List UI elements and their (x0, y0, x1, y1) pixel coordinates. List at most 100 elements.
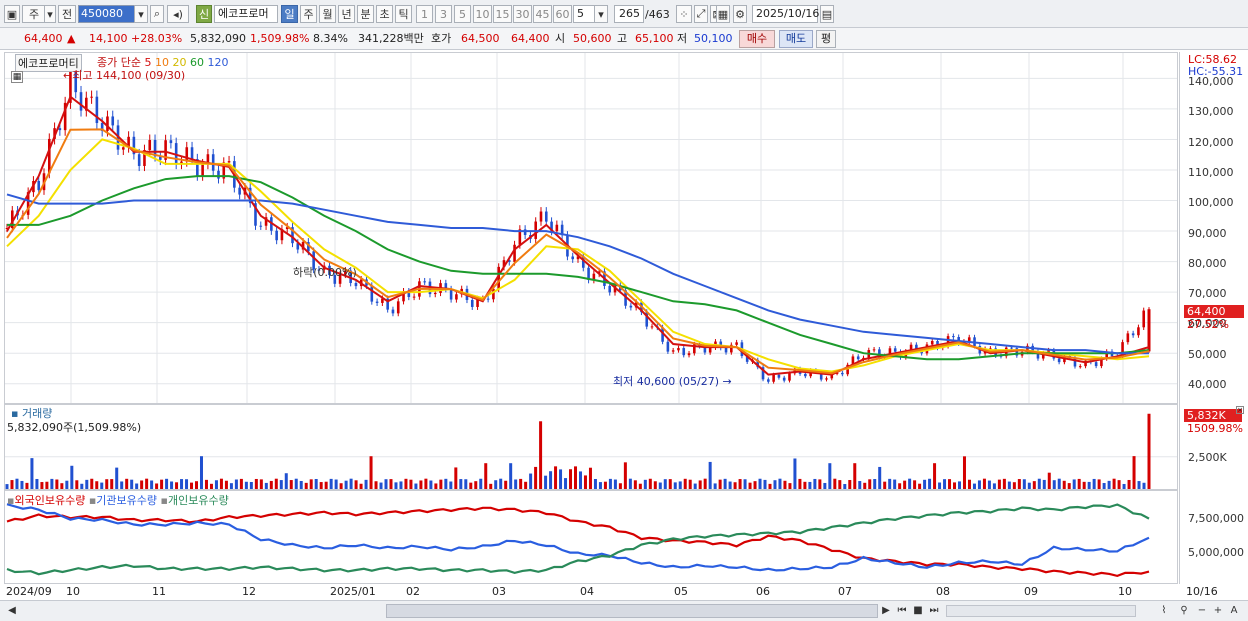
volume-bar (140, 480, 144, 489)
volume-bar (209, 483, 213, 489)
period-tab-1[interactable]: 주 (300, 5, 317, 23)
period-tab-4[interactable]: 분 (357, 5, 374, 23)
interval-button-2[interactable]: 5 (454, 5, 471, 23)
candle-body (804, 373, 807, 377)
volume-bar (489, 483, 493, 489)
zoom-out-icon[interactable]: − (1194, 603, 1210, 619)
candle-body (1057, 358, 1061, 363)
search-icon[interactable]: ⌕ (150, 5, 164, 23)
price-tick-2: 120,000 (1188, 135, 1234, 149)
date-input[interactable]: 2025/10/16 (752, 5, 819, 23)
candle-body (608, 285, 612, 293)
stop-icon[interactable]: ■ (910, 603, 926, 619)
interval-button-6[interactable]: 45 (533, 5, 552, 23)
custom-interval-dropdown-icon[interactable]: ▾ (594, 5, 608, 23)
volume-bar (603, 481, 607, 489)
period-select[interactable]: 주 (22, 5, 46, 23)
volume-bar (374, 481, 378, 489)
volume-bar (329, 478, 333, 489)
period-tab-0[interactable]: 일 (281, 5, 298, 23)
stock-name-field[interactable]: 에코프로머 (214, 5, 278, 23)
candle-body (190, 147, 194, 160)
price-axis: LC:58.62 HC:-55.31 140,000 130,000 120,000… (1179, 52, 1245, 404)
scroll-thumb[interactable] (386, 604, 878, 618)
period-dropdown-icon[interactable]: ▾ (44, 5, 56, 23)
volume-bar (559, 469, 563, 489)
stock-code-input[interactable]: 450080 (78, 5, 136, 23)
font-size-icon[interactable]: A (1226, 603, 1242, 619)
volume-bar (314, 478, 318, 489)
calendar-icon[interactable]: ▤ (820, 5, 834, 23)
grid-dots-icon[interactable]: ⁘ (676, 5, 692, 23)
volume-bar (564, 478, 568, 489)
last-page-icon[interactable]: ⏭ (926, 603, 942, 619)
volume-bar (105, 479, 109, 489)
table-toggle-icon[interactable]: ▦ (11, 71, 23, 83)
candle-body (148, 140, 152, 151)
volume-bar (115, 467, 119, 489)
scroll-left-icon[interactable]: ◀ (4, 603, 20, 619)
save-icon[interactable]: ▦ (716, 5, 730, 23)
interval-button-3[interactable]: 10 (473, 5, 492, 23)
volume-bar (244, 481, 248, 489)
period-tab-3[interactable]: 년 (338, 5, 355, 23)
code-dropdown-icon[interactable]: ▾ (134, 5, 148, 23)
volume-bar (663, 479, 667, 489)
volume-bar (698, 480, 702, 489)
scroll-right-icon[interactable]: ▶ (878, 603, 894, 619)
volume-bar (818, 479, 822, 489)
date-label-4: 2025/01 (330, 585, 376, 598)
volume-bar (155, 483, 159, 489)
interval-button-5[interactable]: 30 (513, 5, 532, 23)
speaker-icon[interactable]: ◂) (167, 5, 189, 23)
interval-button-1[interactable]: 3 (435, 5, 452, 23)
interval-button-4[interactable]: 15 (493, 5, 512, 23)
candle-body (513, 244, 516, 262)
volume-bar (823, 482, 827, 489)
eval-button[interactable]: 평 (816, 30, 836, 48)
interval-button-0[interactable]: 1 (416, 5, 433, 23)
volume-bar (170, 481, 174, 489)
turnover-rate: 8.34% (313, 32, 348, 45)
stock-chart-window: ▣ 주 ▾ 전 450080 ▾ ⌕ ◂) 신 에코프로머 일주월년분초틱 13… (0, 0, 1248, 621)
sell-button[interactable]: 매도 (779, 30, 813, 48)
gear-icon[interactable]: ⚙ (733, 5, 747, 23)
date-label-2: 11 (152, 585, 166, 598)
volume-bar (309, 479, 313, 489)
candle-body (777, 374, 781, 378)
range-input[interactable]: 265 (614, 5, 644, 23)
crosshair-icon[interactable]: ⤢ (694, 5, 708, 23)
zoom-icon[interactable]: ⚲ (1176, 603, 1192, 619)
volume-bar (1042, 479, 1046, 489)
zoom-slider[interactable] (946, 605, 1136, 617)
volume-bar (519, 478, 523, 489)
volume-bar (633, 480, 637, 489)
pane-close-icon[interactable]: × (1236, 406, 1244, 414)
ruler-icon[interactable]: ⌇ (1156, 603, 1172, 619)
holding-line-0 (6, 506, 1150, 578)
volume-bar (125, 478, 129, 489)
first-page-icon[interactable]: ⏮ (894, 603, 910, 619)
volume-bar (733, 482, 737, 489)
candle-body (1094, 362, 1098, 367)
volume-bar (613, 479, 617, 489)
custom-interval-input[interactable]: 5 (573, 5, 595, 23)
candle-body (137, 154, 141, 166)
zoom-in-icon[interactable]: + (1210, 603, 1226, 619)
window-menu-icon[interactable]: ▣ (4, 5, 20, 23)
interval-button-7[interactable]: 60 (553, 5, 572, 23)
candle-body (682, 348, 686, 356)
volume-bar (853, 463, 857, 489)
volume-bar (1112, 478, 1116, 489)
period-tab-5[interactable]: 초 (376, 5, 393, 23)
volume-bar (544, 475, 548, 489)
buy-button[interactable]: 매수 (739, 30, 775, 48)
period-tab-2[interactable]: 월 (319, 5, 336, 23)
volume-bar (195, 481, 199, 489)
date-label-12: 09 (1024, 585, 1038, 598)
volume-bar (967, 479, 971, 489)
volume-bar (628, 478, 632, 489)
candle-body (79, 92, 83, 111)
volume-bar (1127, 479, 1131, 489)
period-tab-6[interactable]: 틱 (395, 5, 412, 23)
